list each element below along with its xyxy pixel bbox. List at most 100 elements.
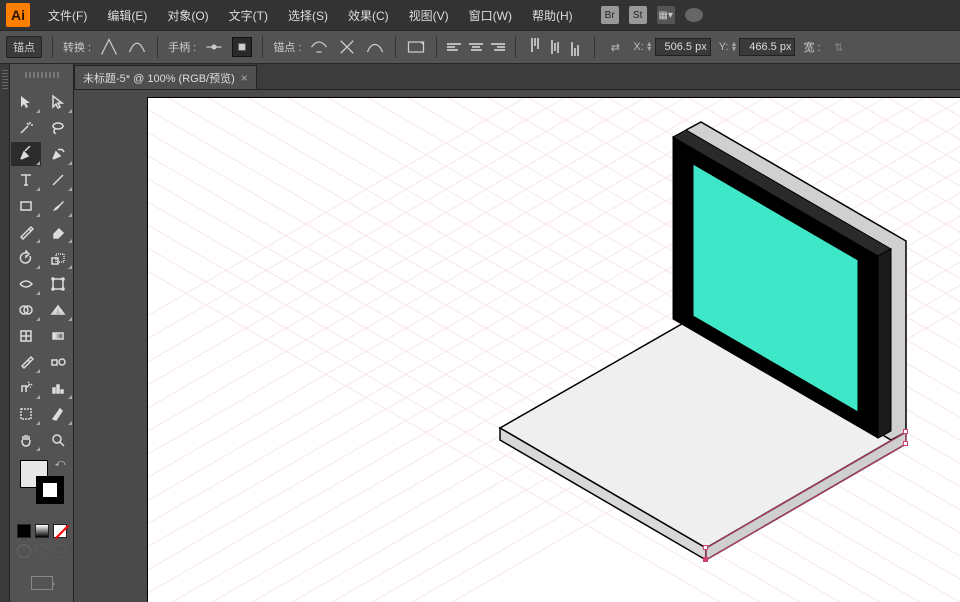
x-field: X: ▲▼	[633, 38, 710, 56]
selection-handle[interactable]	[703, 545, 708, 550]
menu-help[interactable]: 帮助(H)	[524, 3, 581, 28]
separator	[436, 36, 437, 58]
eyedropper-tool[interactable]	[11, 350, 41, 374]
direct-selection-tool[interactable]	[43, 90, 73, 114]
color-solid-icon[interactable]	[17, 524, 31, 538]
align-right-icon[interactable]	[487, 38, 505, 56]
tab-close-button[interactable]: ×	[241, 71, 248, 85]
slice-tool[interactable]	[43, 402, 73, 426]
convert-corner-icon[interactable]	[99, 37, 119, 57]
rotate-tool[interactable]	[11, 246, 41, 270]
separator	[262, 36, 263, 58]
symbol-sprayer-tool[interactable]	[11, 376, 41, 400]
mesh-tool[interactable]	[11, 324, 41, 348]
free-transform-tool[interactable]	[43, 272, 73, 296]
handle-hide-icon[interactable]	[232, 37, 252, 57]
separator	[157, 36, 158, 58]
swap-fill-stroke-icon[interactable]: ⤺	[55, 458, 66, 469]
menu-edit[interactable]: 编辑(E)	[99, 3, 155, 28]
draw-behind-icon[interactable]	[35, 544, 49, 558]
screen-mode-row	[10, 576, 73, 590]
menu-file[interactable]: 文件(F)	[40, 3, 95, 28]
anchor-cut-icon[interactable]	[337, 37, 357, 57]
mode-indicator: 锚点	[6, 36, 42, 58]
draw-mode-row	[10, 544, 73, 558]
artboard-tool[interactable]	[11, 402, 41, 426]
w-link-icon[interactable]: ⇅	[829, 37, 849, 57]
align-hcenter-icon[interactable]	[467, 38, 485, 56]
blend-tool[interactable]	[43, 350, 73, 374]
curvature-tool[interactable]	[43, 142, 73, 166]
draw-inside-icon[interactable]	[53, 544, 67, 558]
arrange-docs-icon[interactable]: ▦▾	[657, 6, 675, 24]
scale-tool[interactable]	[43, 246, 73, 270]
toolbox-grip[interactable]	[10, 68, 73, 82]
color-swatches[interactable]: ⤺	[20, 460, 64, 504]
menu-view[interactable]: 视图(V)	[401, 3, 457, 28]
hand-tool[interactable]	[11, 428, 41, 452]
shape-builder-tool[interactable]	[11, 298, 41, 322]
laptop-illustration	[148, 98, 960, 602]
line-tool[interactable]	[43, 168, 73, 192]
x-label: X:	[633, 41, 643, 53]
rectangle-tool[interactable]	[11, 194, 41, 218]
type-tool[interactable]	[11, 168, 41, 192]
align-top-icon[interactable]	[526, 38, 544, 56]
color-gradient-icon[interactable]	[35, 524, 49, 538]
align-bottom-icon[interactable]	[566, 38, 584, 56]
menu-type[interactable]: 文字(T)	[221, 3, 276, 28]
paintbrush-tool[interactable]	[43, 194, 73, 218]
align-vcenter-icon[interactable]	[546, 38, 564, 56]
dock-grip[interactable]	[2, 70, 8, 90]
menu-window[interactable]: 窗口(W)	[461, 3, 520, 28]
menu-select[interactable]: 选择(S)	[280, 3, 336, 28]
document-tab[interactable]: 未标题-5* @ 100% (RGB/预览) ×	[74, 65, 257, 89]
bridge-icon[interactable]: Br	[601, 6, 619, 24]
separator	[594, 36, 595, 58]
handle-show-icon[interactable]	[204, 37, 224, 57]
y-spinner[interactable]: ▲▼	[731, 42, 738, 52]
lasso-tool[interactable]	[43, 116, 73, 140]
magic-wand-tool[interactable]	[11, 116, 41, 140]
stock-icon[interactable]: St	[629, 6, 647, 24]
selection-handle[interactable]	[903, 429, 908, 434]
anchor-remove-icon[interactable]	[309, 37, 329, 57]
menu-bar: Ai 文件(F) 编辑(E) 对象(O) 文字(T) 选择(S) 效果(C) 视…	[0, 0, 960, 30]
y-label: Y:	[719, 41, 729, 53]
y-input[interactable]	[739, 38, 795, 56]
isolate-icon[interactable]	[406, 37, 426, 57]
screen-mode-icon[interactable]	[31, 576, 53, 590]
gradient-tool[interactable]	[43, 324, 73, 348]
options-bar: 锚点 转换 : 手柄 : 锚点 : ⇄ X: ▲▼ Y: ▲▼ 宽 : ⇅	[0, 30, 960, 64]
perspective-grid-tool[interactable]	[43, 298, 73, 322]
separator	[52, 36, 53, 58]
color-none-icon[interactable]	[53, 524, 67, 538]
color-mode-row	[10, 524, 73, 538]
artboard[interactable]	[148, 98, 960, 602]
stroke-swatch[interactable]	[36, 476, 64, 504]
canvas-area[interactable]	[74, 90, 960, 602]
selection-tool[interactable]	[11, 90, 41, 114]
draw-normal-icon[interactable]	[17, 544, 31, 558]
x-input[interactable]	[655, 38, 711, 56]
menu-effect[interactable]: 效果(C)	[340, 3, 397, 28]
link-xy-icon[interactable]: ⇄	[605, 37, 625, 57]
width-tool[interactable]	[11, 272, 41, 296]
x-spinner[interactable]: ▲▼	[646, 42, 653, 52]
align-left-icon[interactable]	[447, 38, 465, 56]
toolbox: ⤺	[10, 64, 74, 602]
selection-anchor[interactable]	[703, 557, 708, 562]
zoom-tool[interactable]	[43, 428, 73, 452]
eraser-tool[interactable]	[43, 220, 73, 244]
align-vertical-group	[526, 38, 584, 56]
convert-smooth-icon[interactable]	[127, 37, 147, 57]
anchor-connect-icon[interactable]	[365, 37, 385, 57]
search-icon[interactable]	[685, 8, 703, 22]
selection-handle[interactable]	[903, 441, 908, 446]
w-label: 宽 :	[803, 39, 820, 55]
menu-object[interactable]: 对象(O)	[159, 3, 216, 28]
column-graph-tool[interactable]	[43, 376, 73, 400]
pen-tool[interactable]	[11, 142, 41, 166]
pencil-tool[interactable]	[11, 220, 41, 244]
panel-dock[interactable]	[0, 64, 10, 602]
